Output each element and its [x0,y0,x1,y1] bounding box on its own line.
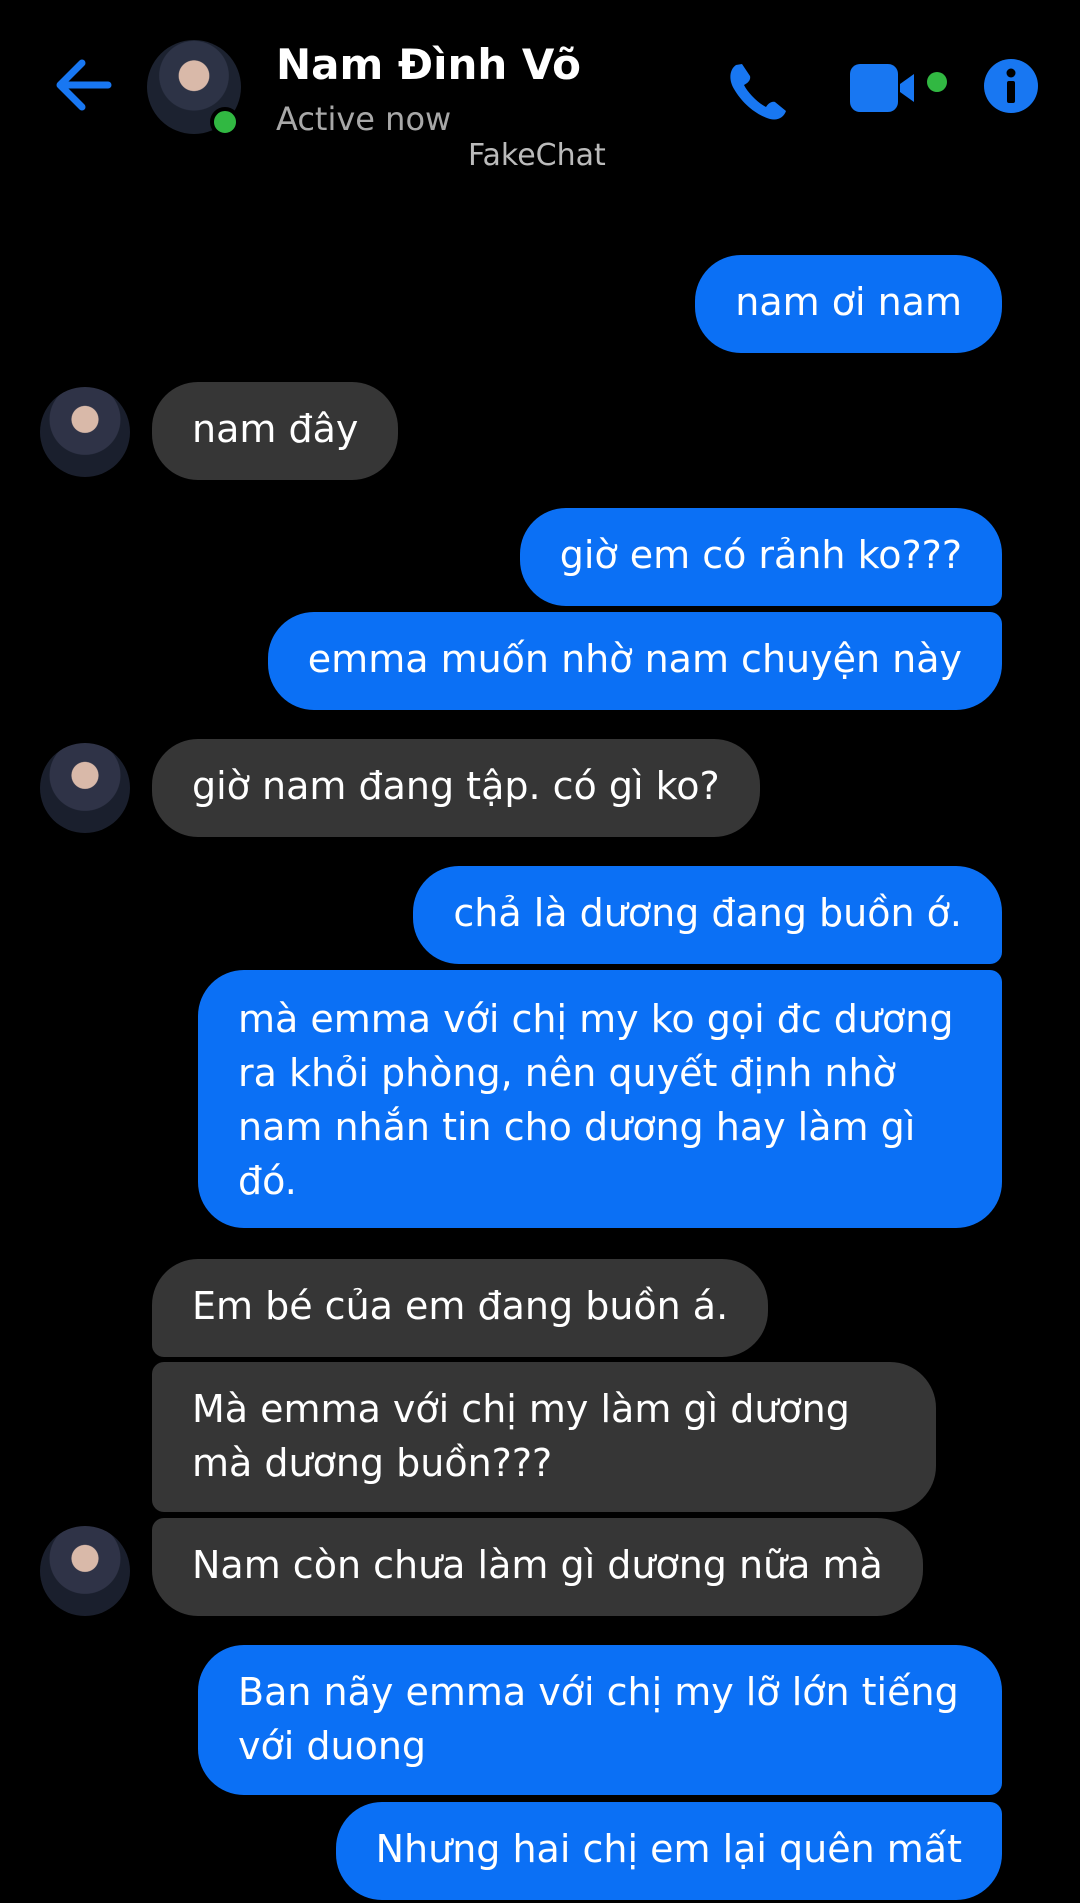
message-bubble-incoming[interactable]: giờ nam đang tập. có gì ko? [152,739,760,837]
watermark: FakeChat [468,138,606,173]
message-bubble-incoming[interactable]: Em bé của em đang buồn á. [152,1259,769,1357]
message-bubble-outgoing[interactable]: giờ em có rảnh ko??? [519,508,1002,606]
message-bubble-outgoing[interactable]: nam ơi nam [695,255,1002,353]
chat-header: Nam Đình Võ Active now FakeChat [0,0,1080,190]
online-indicator [210,107,240,137]
contact-avatar [40,743,130,833]
back-arrow-icon[interactable] [48,50,118,120]
message-bubble-outgoing[interactable]: mà emma với chị my ko gọi đc dương ra kh… [198,970,1002,1228]
contact-name[interactable]: Nam Đình Võ [276,40,581,89]
phone-icon[interactable] [720,55,800,125]
info-icon[interactable] [983,58,1039,114]
message-bubble-incoming[interactable]: Mà emma với chị my làm gì dương mà dương… [152,1362,936,1512]
message-bubble-incoming[interactable]: nam đây [152,382,399,480]
message-bubble-outgoing[interactable]: emma muốn nhờ nam chuyện này [267,612,1002,710]
message-bubble-outgoing[interactable]: Ban nãy emma với chị my lỡ lớn tiếng với… [198,1645,1002,1795]
video-icon[interactable] [848,60,953,115]
message-bubble-outgoing[interactable]: chả là dương đang buồn ớ. [413,866,1002,964]
contact-avatar [40,1526,130,1616]
message-bubble-outgoing[interactable]: Nhưng hai chị em lại quên mất [335,1802,1002,1900]
active-status: Active now [276,100,452,138]
message-bubble-incoming[interactable]: Nam còn chưa làm gì dương nữa mà [152,1518,923,1616]
contact-avatar [40,387,130,477]
